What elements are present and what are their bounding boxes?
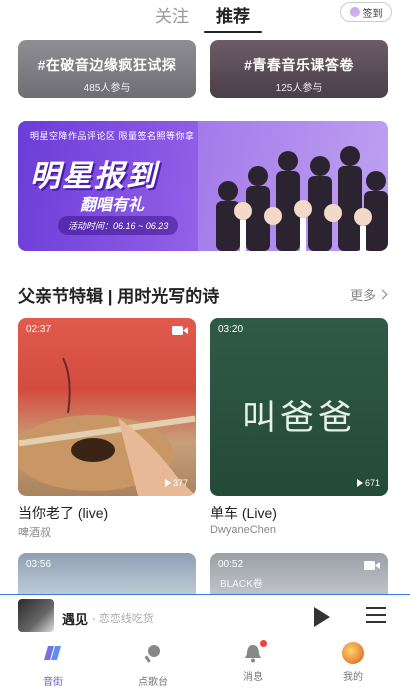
bell-icon-wrap <box>242 640 267 664</box>
section-title: 父亲节特辑 | 用时光写的诗 <box>18 287 220 306</box>
nav-item-music-street[interactable]: 音街 <box>23 642 83 688</box>
music-street-icon <box>44 646 61 660</box>
topic-title: #在破音边缘疯狂试探 <box>37 57 177 73</box>
topic-participants: 125人参与 <box>275 83 323 94</box>
video-title[interactable]: 单车 (Live) <box>210 503 277 523</box>
play-count-value: 377 <box>172 478 188 488</box>
nav-label: 消息 <box>243 672 263 683</box>
chevron-right-icon <box>377 289 388 300</box>
video-title[interactable]: 当你老了 (live) <box>18 503 108 523</box>
play-count-value: 671 <box>364 478 380 488</box>
signin-icon <box>349 7 360 17</box>
nav-label: 音街 <box>43 677 63 688</box>
play-count-icon <box>356 479 363 487</box>
celebrity-group-photo <box>198 121 388 251</box>
nav-item-me[interactable]: 我的 <box>323 642 383 683</box>
top-tab-bar: 关注 推荐 签到 <box>0 0 410 34</box>
nav-label: 点歌台 <box>138 677 168 688</box>
guitar-thumbnail <box>18 357 196 496</box>
play-count: 377 <box>164 478 188 488</box>
video-overlay-text: 叫爸爸 <box>242 398 356 438</box>
player-artist: - 恋恋线吃货 <box>92 613 154 625</box>
topic-card[interactable]: #青春音乐课答卷 125人参与 <box>210 40 388 98</box>
promo-banner[interactable]: 明星空降作品评论区 限量签名照等你拿 明星报到 翻唱有礼 活动时间：06.16 … <box>18 121 388 251</box>
more-label: 更多 <box>349 288 376 303</box>
topic-card[interactable]: #在破音边缘疯狂试探 485人参与 <box>18 40 196 98</box>
video-card[interactable]: 02:37 377 <box>18 318 196 496</box>
notification-badge <box>260 640 267 647</box>
banner-slogan: 翻唱有礼 <box>80 197 145 214</box>
play-icon[interactable] <box>314 607 330 627</box>
nav-item-messages[interactable]: 消息 <box>223 640 283 683</box>
video-camera-icon <box>172 326 188 335</box>
video-duration: 00:52 <box>218 559 244 570</box>
tab-recommend[interactable]: 推荐 <box>216 2 250 27</box>
video-overlay-text: BLACK卷 <box>220 579 263 590</box>
avatar-icon <box>342 642 364 664</box>
video-duration: 03:20 <box>218 324 244 335</box>
video-author[interactable]: 啤酒叔 <box>18 524 51 540</box>
banner-headline: 明星报到 <box>30 160 158 193</box>
video-camera-icon <box>364 561 380 570</box>
video-duration: 02:37 <box>26 324 52 335</box>
active-tab-indicator <box>204 31 262 33</box>
album-cover[interactable] <box>18 599 54 632</box>
mini-player[interactable]: 遇见 - 恋恋线吃货 <box>0 594 410 636</box>
banner-subtitle: 明星空降作品评论区 限量签名照等你拿 <box>30 131 195 141</box>
playlist-icon[interactable] <box>366 607 386 625</box>
nav-label: 我的 <box>343 672 363 683</box>
tab-follow[interactable]: 关注 <box>155 2 189 27</box>
more-link[interactable]: 更多 <box>349 285 388 304</box>
bottom-nav: 音街 点歌台 消息 我的 <box>0 636 410 690</box>
play-count-icon <box>164 479 171 487</box>
signin-label: 签到 <box>362 8 383 20</box>
topic-title: #青春音乐课答卷 <box>244 57 354 73</box>
player-song-title: 遇见 <box>62 612 89 627</box>
play-count: 671 <box>356 478 380 488</box>
video-author[interactable]: DwyaneChen <box>210 524 276 536</box>
topic-participants: 485人参与 <box>83 83 131 94</box>
video-card[interactable]: 03:20 叫爸爸 671 <box>210 318 388 496</box>
video-duration: 03:56 <box>26 559 52 570</box>
banner-period: 活动时间：06.16 ~ 06.23 <box>58 216 179 235</box>
nav-item-song-request[interactable]: 点歌台 <box>123 642 183 688</box>
microphone-icon <box>144 645 160 663</box>
signin-button[interactable]: 签到 <box>340 2 392 22</box>
